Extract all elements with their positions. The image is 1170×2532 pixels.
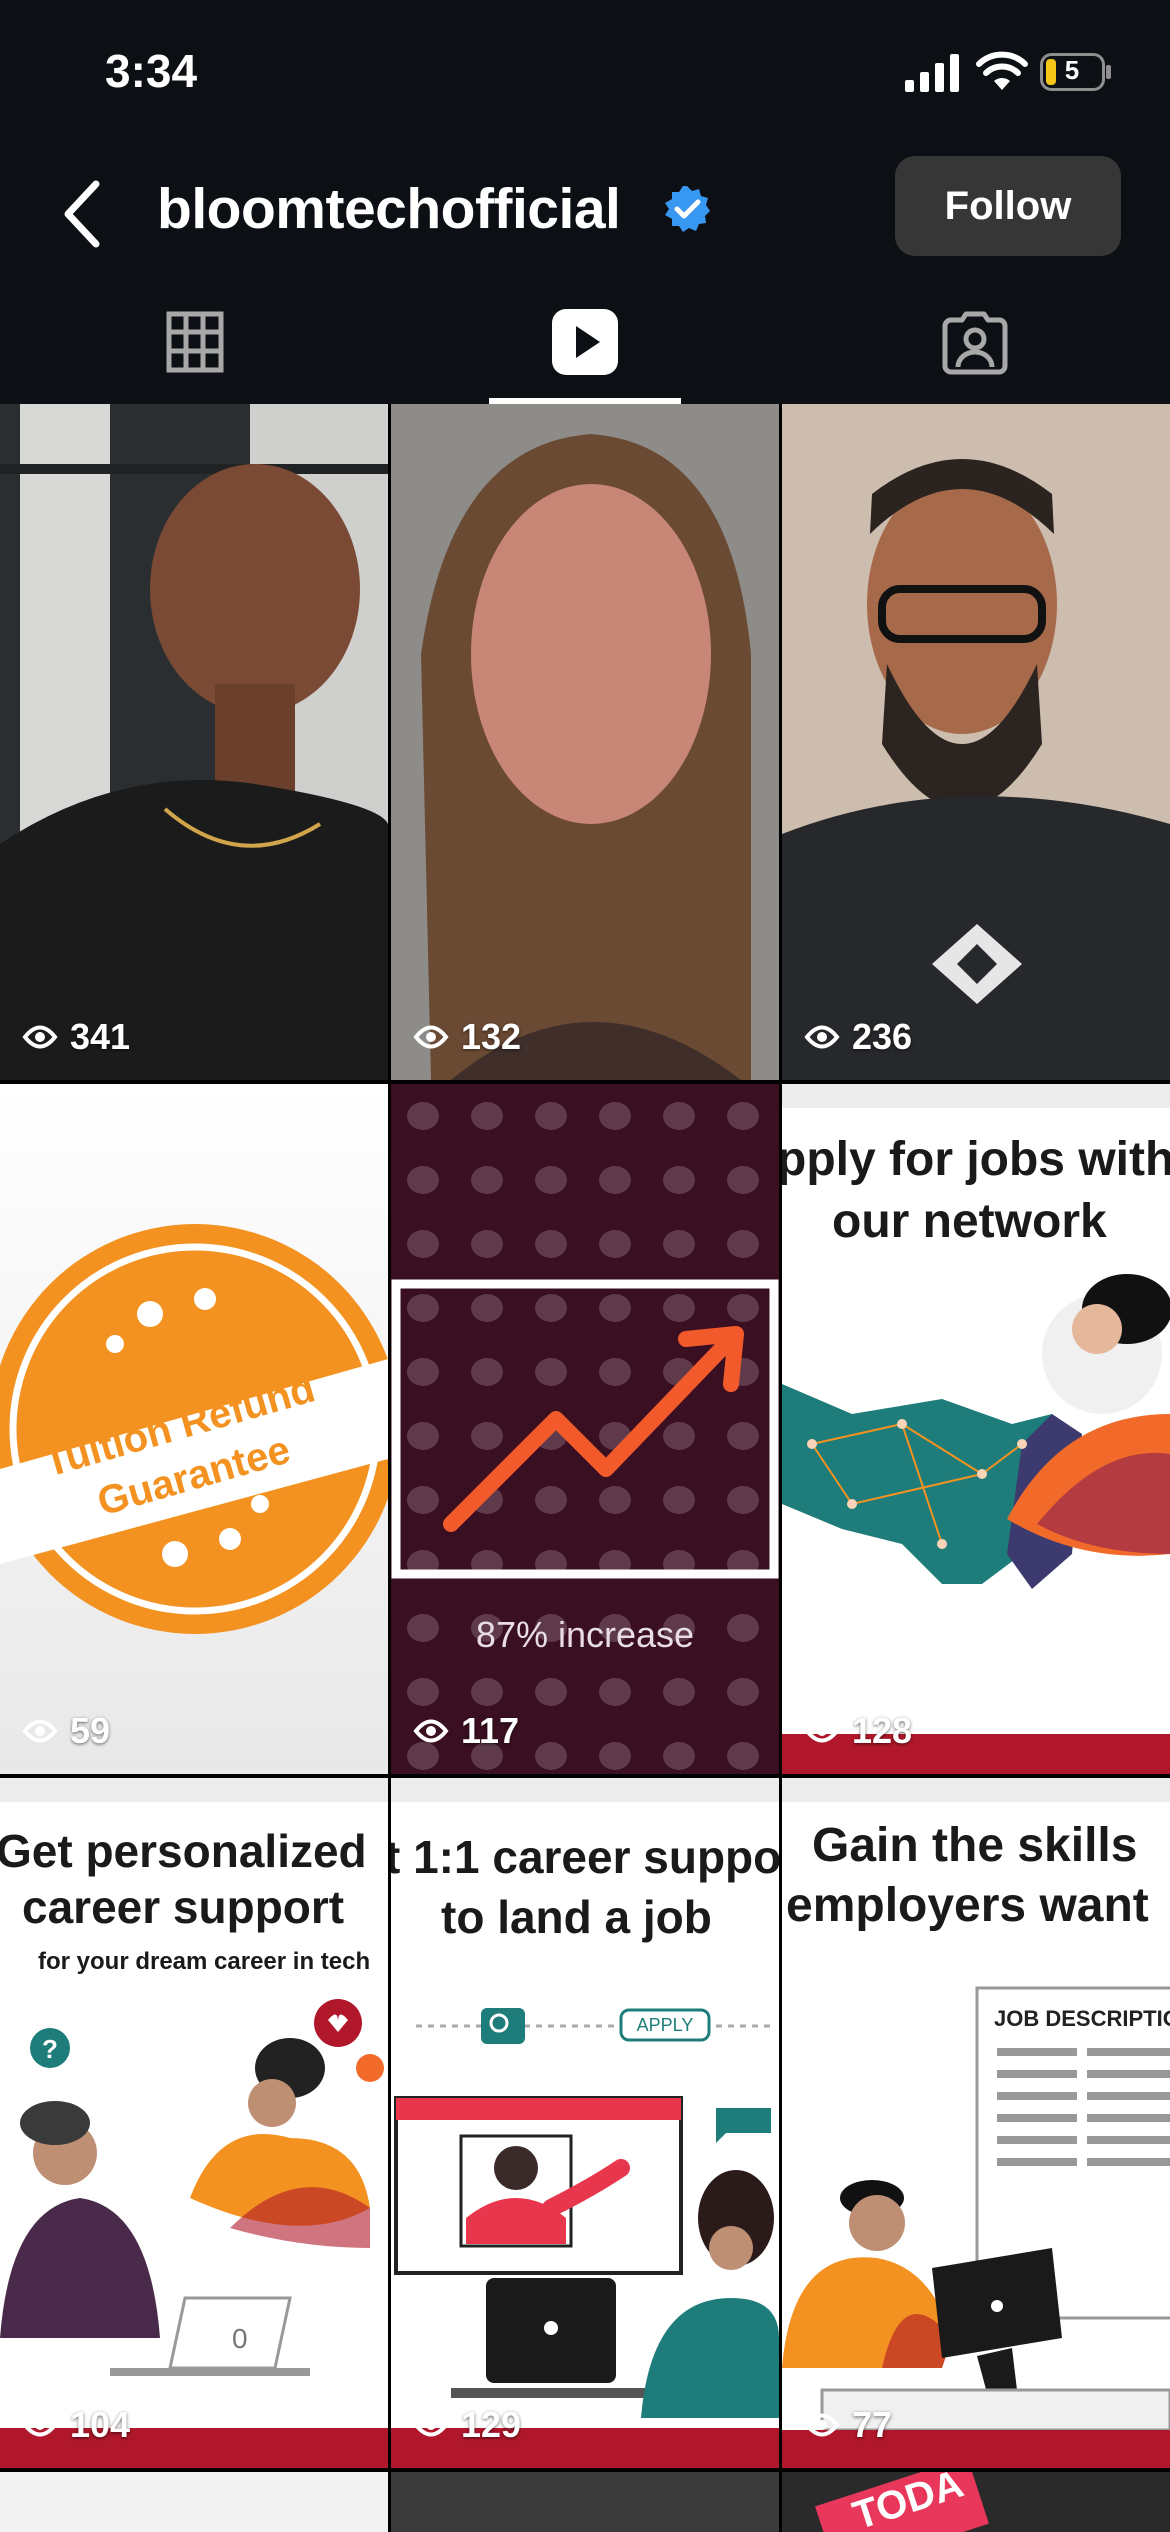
play-count-icon [22,2413,58,2437]
reel-tile[interactable]: 341 [0,404,388,1080]
signal-icon [905,54,959,92]
status-time: 3:34 [105,45,198,97]
reel-tile[interactable]: Get personalized career support for your… [0,1778,388,2468]
play-count-icon [413,2413,449,2437]
play-count-icon [22,1719,58,1743]
reel-thumbnail [0,404,388,1080]
career-support-graphic: ? 0 [0,1999,388,2468]
view-count: 117 [413,1710,519,1752]
battery-icon: 5 [1040,53,1112,91]
tab-tagged[interactable] [780,280,1170,404]
reel-tile[interactable] [0,2472,388,2532]
reel-tile[interactable]: pply for jobs with our network 128 [782,1084,1170,1774]
profile-header: bloomtechofficial Follow [0,140,1170,280]
career-match-graphic [391,2008,779,2468]
reel-tile[interactable]: t 1:1 career suppo to land a job APPLY 1… [391,1778,779,2468]
view-count: 104 [22,2404,130,2446]
reel-thumbnail [782,404,1170,1080]
job-description-label: JOB DESCRIPTIO [994,2006,1170,2031]
play-count-icon [804,1719,840,1743]
play-count-icon [413,1719,449,1743]
tab-grid[interactable] [0,280,390,404]
svg-text:?: ? [42,2034,58,2064]
wifi-icon [976,51,1028,90]
growth-chart-graphic [391,1084,779,1774]
play-count-icon [413,1025,449,1049]
status-bar: 3:34 5 [0,0,1170,140]
view-count: 129 [413,2404,521,2446]
follow-button[interactable]: Follow [895,156,1121,256]
network-map-graphic [782,1274,1170,1774]
reel-thumbnail [391,404,779,1080]
profile-tabs [0,280,1170,404]
skills-graphic [782,1986,1170,2468]
reel-tile[interactable]: Gain the skills employers want JOB DESCR… [782,1778,1170,2468]
reel-tile[interactable] [391,2472,779,2532]
reel-tile[interactable]: Tuition Refund Guarantee 59 [0,1084,388,1774]
tab-reels[interactable] [390,280,780,404]
reels-grid: 341 132 236 Tuition Refund Guarantee 59 … [0,404,1170,2532]
view-count: 59 [22,1710,110,1752]
view-count: 77 [804,2404,892,2446]
view-count: 128 [804,1710,912,1752]
reels-icon [552,309,618,375]
increase-caption: 87% increase [475,1614,695,1655]
svg-text:0: 0 [232,2323,248,2354]
profile-username: bloomtechofficial [157,177,621,241]
play-count-icon [22,1025,58,1049]
view-count: 341 [22,1016,130,1058]
grid-icon [166,311,224,373]
apply-label: APPLY [636,2015,694,2035]
play-count-icon [804,2413,840,2437]
reel-tile[interactable]: 236 [782,404,1170,1080]
play-count-icon [804,1025,840,1049]
view-count: 236 [804,1016,912,1058]
battery-level: 5 [1064,55,1080,85]
back-arrow-icon[interactable] [52,174,116,254]
reel-tile[interactable]: TODA [782,2472,1170,2532]
reel-tile[interactable]: 87% increase 117 [391,1084,779,1774]
view-count: 132 [413,1016,521,1058]
verified-badge-icon [665,186,710,232]
tagged-icon [942,311,1008,375]
reel-tile[interactable]: 132 [391,404,779,1080]
